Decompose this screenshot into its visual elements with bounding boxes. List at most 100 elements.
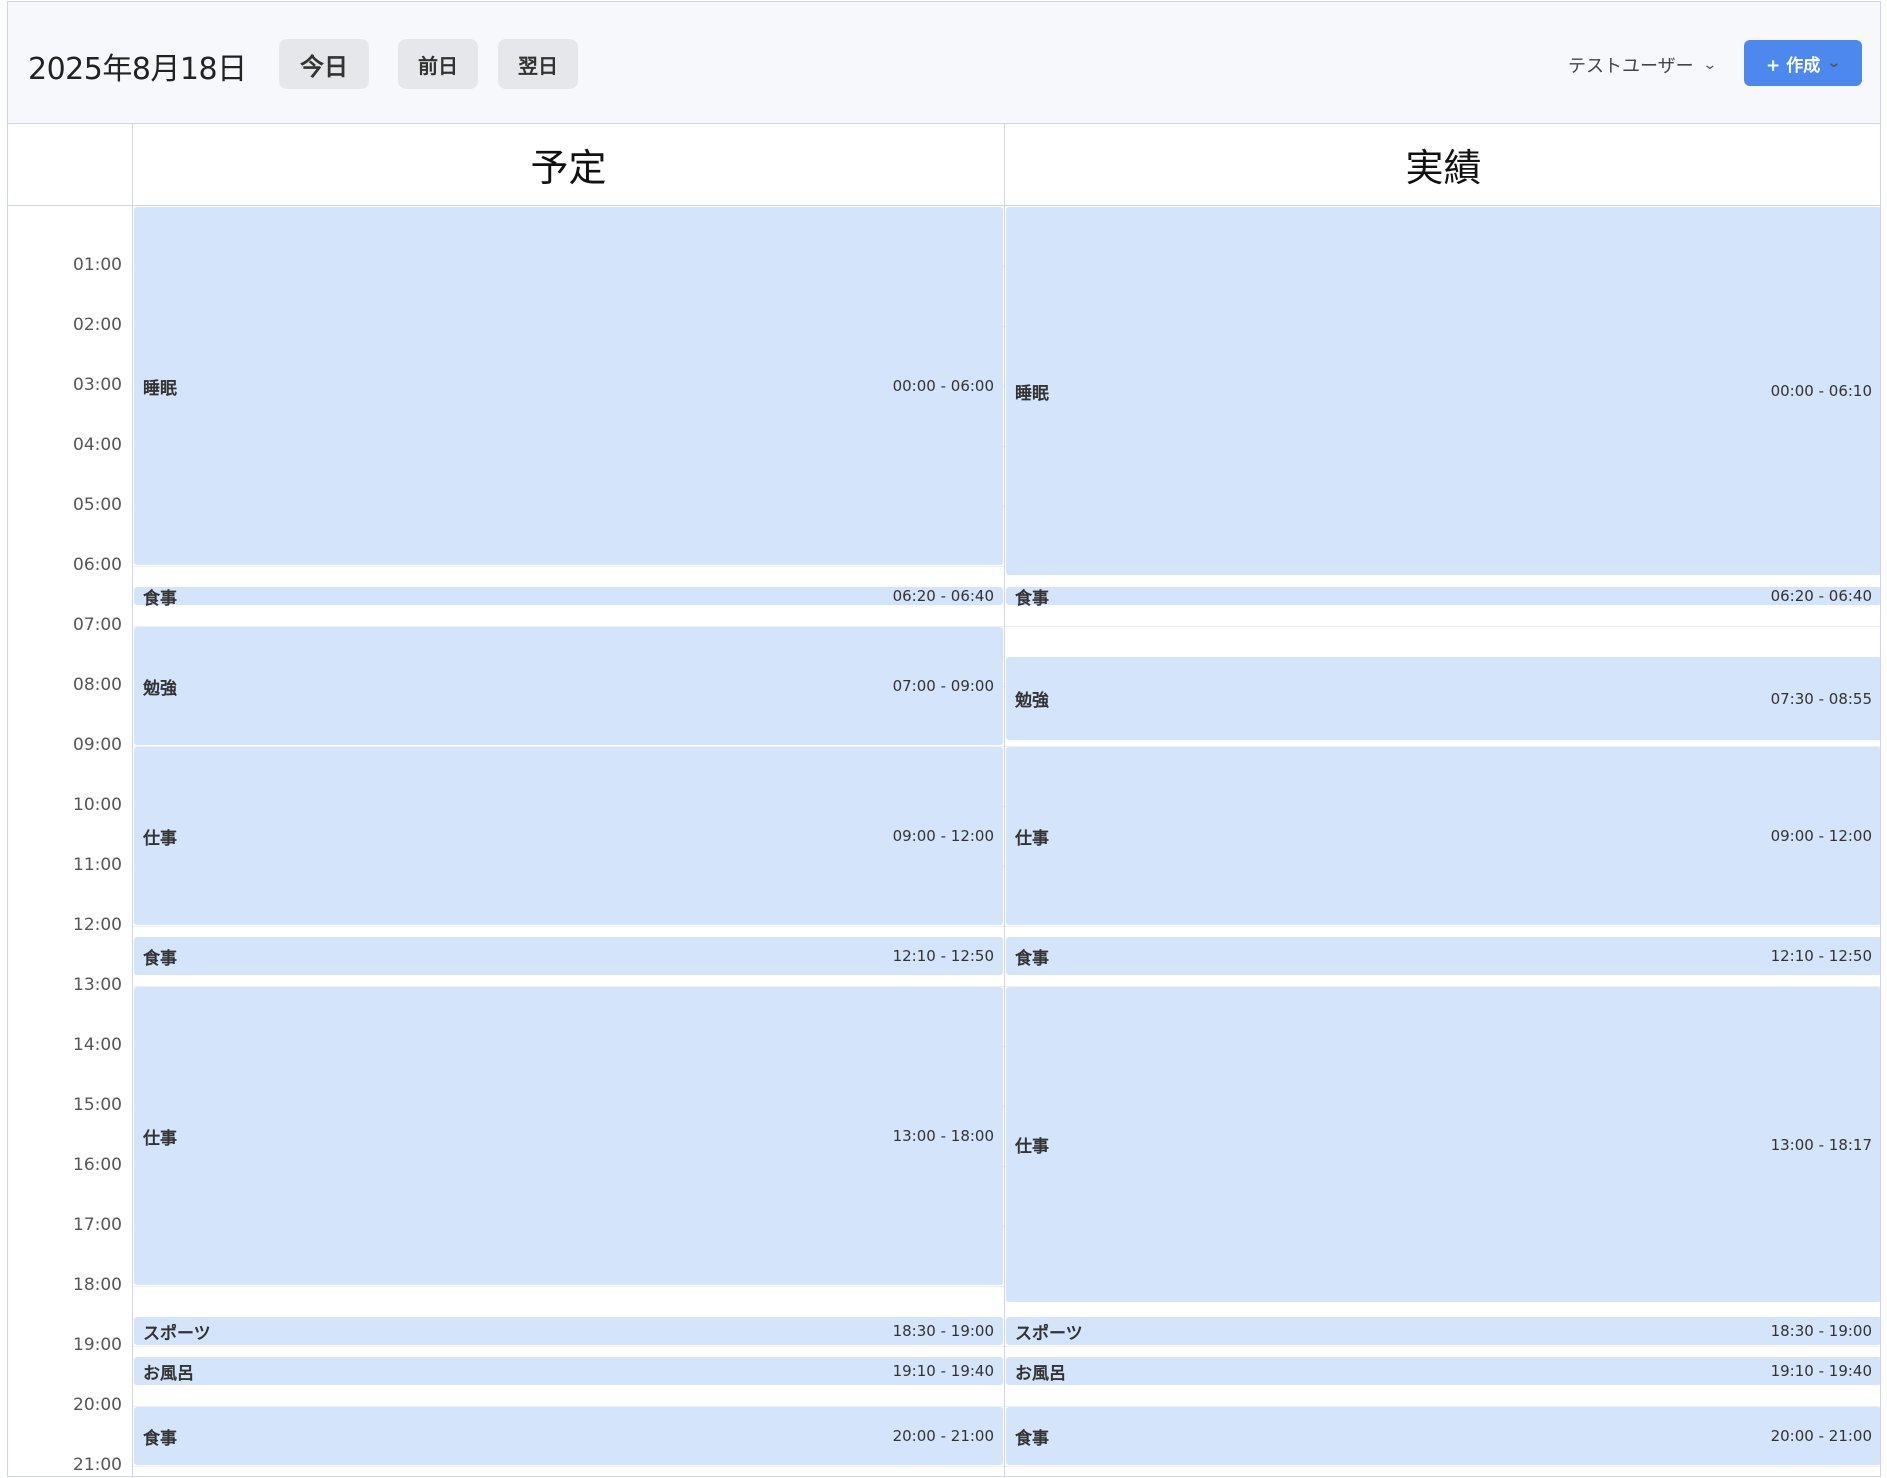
time-label: 07:00 [73,615,122,635]
actual-column[interactable]: 睡眠 00:00 - 06:10 食事 06:20 - 06:40 勉強 07:30 - … [1005,206,1880,1476]
time-label: 16:00 [73,1155,122,1175]
event-time: 12:10 - 12:50 [892,947,994,965]
event-time: 13:00 - 18:17 [1770,1135,1872,1154]
column-header-actual: 実績 [1005,124,1880,206]
time-label: 18:00 [73,1275,122,1295]
event-block[interactable]: 食事 06:20 - 06:40 [134,587,1003,609]
event-block[interactable]: スポーツ 18:30 - 19:00 [1006,1317,1880,1345]
event-time: 07:30 - 08:55 [1770,689,1872,708]
event-block[interactable]: 食事 12:10 - 12:50 [1006,937,1880,975]
time-label: 03:00 [73,375,122,395]
calendar-app: 2025年8月18日 今日 前日 翌日 テストユーザー ⌄ + 作成 ⌄ 予定 … [7,1,1881,1477]
event-block[interactable]: 仕事 13:00 - 18:00 [134,987,1003,1285]
event-time: 06:20 - 06:40 [892,587,994,605]
time-label: 08:00 [73,675,122,695]
event-time: 06:20 - 06:40 [1770,587,1872,605]
event-title: 食事 [1015,1428,1049,1449]
hour-gridline [1005,626,1880,627]
today-button[interactable]: 今日 [279,39,369,89]
event-time: 19:10 - 19:40 [892,1362,994,1380]
time-axis: 01:00 02:00 03:00 04:00 05:00 06:00 07:00 08:00… [8,206,133,1476]
event-block[interactable]: 仕事 13:00 - 18:17 [1006,987,1880,1302]
event-title: スポーツ [143,1323,211,1344]
next-day-button[interactable]: 翌日 [498,39,578,89]
event-block[interactable]: 食事 12:10 - 12:50 [134,937,1003,975]
hour-gridline [133,926,1004,927]
time-label: 19:00 [73,1335,122,1355]
event-time: 12:10 - 12:50 [1770,947,1872,965]
hour-gridline [133,1286,1004,1287]
time-label: 15:00 [73,1095,122,1115]
time-label: 05:00 [73,495,122,515]
event-block[interactable]: 睡眠 00:00 - 06:10 [1006,207,1880,575]
event-block[interactable]: 勉強 07:30 - 08:55 [1006,657,1880,740]
event-time: 09:00 - 12:00 [892,827,994,845]
time-label: 02:00 [73,315,122,335]
create-label: + 作成 [1766,55,1821,76]
time-label: 06:00 [73,555,122,575]
chevron-down-icon: ⌄ [1701,57,1718,73]
event-block[interactable]: 食事 06:20 - 06:40 [1006,587,1880,609]
event-time: 18:30 - 19:00 [1770,1322,1872,1340]
event-block[interactable]: スポーツ 18:30 - 19:00 [134,1317,1003,1345]
event-title: 食事 [1015,948,1049,969]
event-title: 睡眠 [143,378,177,399]
time-label: 01:00 [73,255,122,275]
event-title: 仕事 [1015,828,1049,849]
event-block[interactable]: 食事 20:00 - 21:00 [1006,1407,1880,1465]
hour-gridline [1005,1346,1880,1347]
column-header-plan: 予定 [133,124,1005,206]
toolbar: 2025年8月18日 今日 前日 翌日 テストユーザー ⌄ + 作成 ⌄ [8,2,1880,124]
prev-day-button[interactable]: 前日 [398,39,478,89]
event-block[interactable]: 睡眠 00:00 - 06:00 [134,207,1003,565]
time-label: 11:00 [73,855,122,875]
event-title: 勉強 [1015,691,1049,711]
event-time: 13:00 - 18:00 [892,1127,994,1145]
chevron-down-icon: ⌄ [1826,55,1842,71]
time-label: 12:00 [73,915,122,935]
event-title: 仕事 [143,828,177,849]
event-time: 18:30 - 19:00 [892,1322,994,1340]
event-block[interactable]: 勉強 07:00 - 09:00 [134,627,1003,745]
event-title: 食事 [1015,588,1049,609]
current-date: 2025年8月18日 [28,52,247,87]
event-block[interactable]: 仕事 09:00 - 12:00 [1006,747,1880,925]
event-time: 00:00 - 06:10 [1770,382,1872,400]
time-label: 04:00 [73,435,122,455]
event-time: 20:00 - 21:00 [1770,1427,1872,1445]
event-title: 食事 [143,588,177,609]
hour-gridline [1005,926,1880,927]
event-title: 食事 [143,1428,177,1449]
hour-gridline [133,1466,1004,1467]
event-block[interactable]: お風呂 19:10 - 19:40 [1006,1357,1880,1385]
schedule-grid: 01:00 02:00 03:00 04:00 05:00 06:00 07:00 08:00… [8,206,1880,1476]
event-title: お風呂 [1015,1363,1066,1384]
event-title: 睡眠 [1015,383,1049,404]
event-time: 09:00 - 12:00 [1770,827,1872,845]
event-title: お風呂 [143,1363,194,1384]
event-title: 食事 [143,948,177,969]
time-label: 14:00 [73,1035,122,1055]
hour-gridline [1005,1466,1880,1467]
event-title: スポーツ [1015,1323,1083,1344]
event-block[interactable]: 食事 20:00 - 21:00 [134,1407,1003,1465]
event-title: 仕事 [143,1128,177,1149]
event-time: 19:10 - 19:40 [1770,1362,1872,1380]
event-time: 07:00 - 09:00 [892,677,994,695]
event-time: 00:00 - 06:00 [892,377,994,395]
time-label: 21:00 [73,1455,122,1475]
plan-column[interactable]: 睡眠 00:00 - 06:00 食事 06:20 - 06:40 勉強 07:00 - … [133,206,1005,1476]
hour-gridline [133,566,1004,567]
event-time: 20:00 - 21:00 [892,1427,994,1445]
time-label: 10:00 [73,795,122,815]
time-label: 17:00 [73,1215,122,1235]
user-menu[interactable]: テストユーザー ⌄ [1568,52,1718,78]
event-block[interactable]: お風呂 19:10 - 19:40 [134,1357,1003,1385]
create-button[interactable]: + 作成 ⌄ [1744,40,1862,86]
time-label: 09:00 [73,735,122,755]
event-block[interactable]: 仕事 09:00 - 12:00 [134,747,1003,925]
time-header-blank [8,124,133,206]
event-title: 勉強 [143,678,177,699]
user-name: テストユーザー [1568,56,1694,77]
time-label: 13:00 [73,975,122,995]
